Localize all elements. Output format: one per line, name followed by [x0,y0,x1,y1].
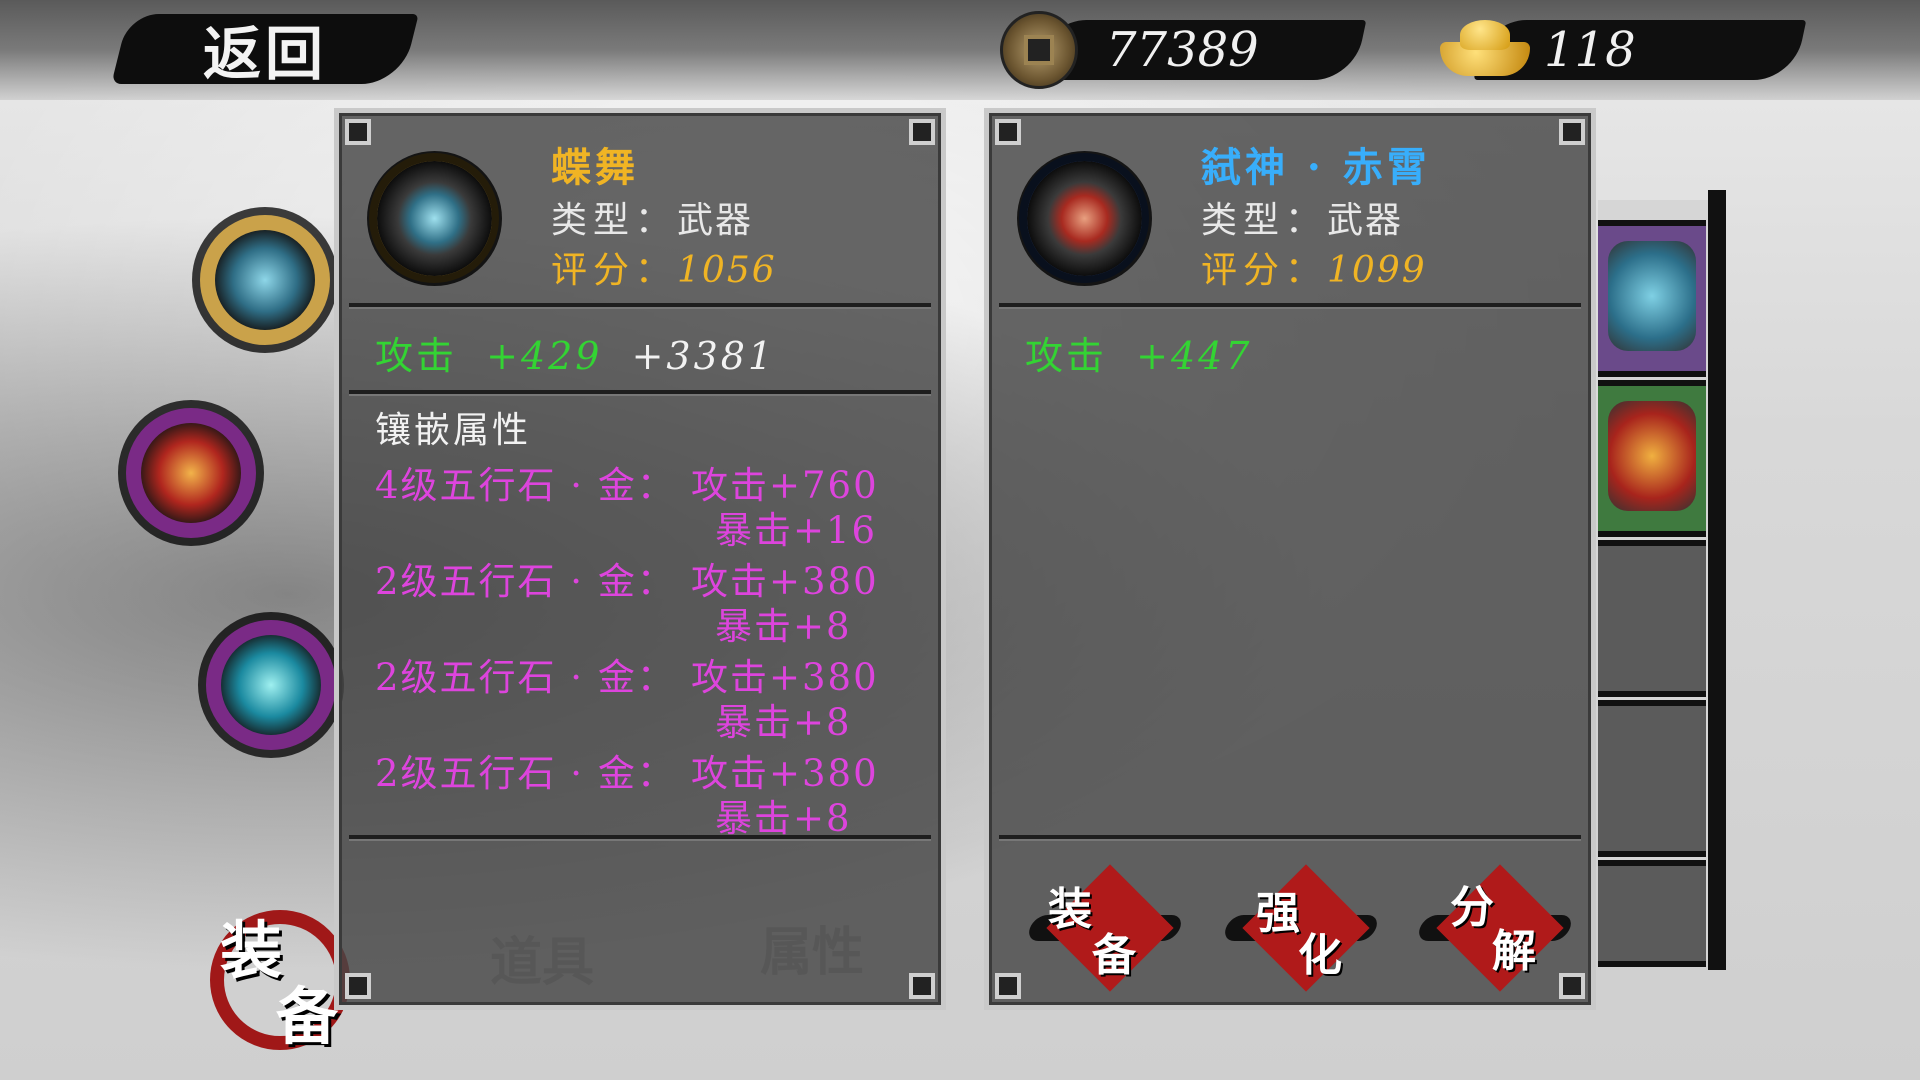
jade-sword-icon [215,230,315,330]
red-dagger-icon [1019,153,1149,283]
divider [349,835,931,841]
item-type: 类型：武器 [551,200,754,241]
attack-stat: 攻击 +447 [1025,334,1253,378]
gold-currency: 118 [1440,10,1807,90]
equipped-item-panel: 蝶舞 类型：武器 评分：1056 攻击 +429 +3381 镶嵌属性 4级五行… [334,108,946,1010]
equip-button[interactable]: 装 备 [1025,864,1185,995]
item-score: 评分：1099 [1201,250,1427,291]
red-armor-icon [141,423,241,523]
copper-coin-icon [1000,11,1078,89]
gem-1-name: 4级五行石 · 金： [375,464,676,507]
inlay-title: 镶嵌属性 [375,410,532,451]
inventory-slot[interactable] [1598,700,1706,857]
item-name: 弑神 · 赤霄 [1201,144,1431,191]
item-score: 评分：1056 [551,250,777,291]
equip-slot-armor[interactable] [126,408,256,538]
divider [349,303,931,309]
inventory-slot[interactable] [1598,380,1706,537]
enhance-button[interactable]: 强 化 [1221,864,1381,995]
jade-sword-icon [369,153,499,283]
gem-2-name: 2级五行石 · 金： [375,560,676,603]
copper-amount: 77389 [1106,22,1259,78]
gem-3-name: 2级五行石 · 金： [375,656,676,699]
back-button[interactable]: 返回 [111,14,419,88]
inventory-slot[interactable] [1598,860,1706,967]
attack-stat: 攻击 +429 +3381 [375,334,776,378]
equip-tab-char2: 备 [276,980,339,1053]
jade-boots-icon [221,635,321,735]
equip-tab[interactable]: 装 备 [190,880,350,1060]
inventory-slot[interactable] [1598,540,1706,697]
inventory-strip [1598,200,1708,967]
decompose-button[interactable]: 分 解 [1415,864,1575,995]
gold-ingot-icon [1440,20,1530,80]
gold-amount: 118 [1544,22,1636,78]
divider [999,835,1581,841]
gem-1-crit: 暴击+16 [715,509,878,552]
inventory-slot[interactable] [1598,220,1706,377]
equip-slot-weapon[interactable] [200,215,330,345]
item-name: 蝶舞 [551,144,639,191]
divider [349,390,931,396]
copper-currency: 77389 [1000,10,1367,90]
jade-armor-icon [1608,241,1696,351]
gem-4-name: 2级五行石 · 金： [375,752,676,795]
divider [999,303,1581,309]
back-label: 返回 [202,20,327,88]
gem-2-crit: 暴击+8 [715,605,852,648]
item-type: 类型：武器 [1201,200,1404,241]
equip-tab-char1: 装 [220,914,283,987]
red-armor-icon [1608,401,1696,511]
wooden-post [1708,190,1726,970]
equip-slot-boots[interactable] [206,620,336,750]
gem-4-crit: 暴击+8 [715,797,852,840]
gem-3-crit: 暴击+8 [715,701,852,744]
